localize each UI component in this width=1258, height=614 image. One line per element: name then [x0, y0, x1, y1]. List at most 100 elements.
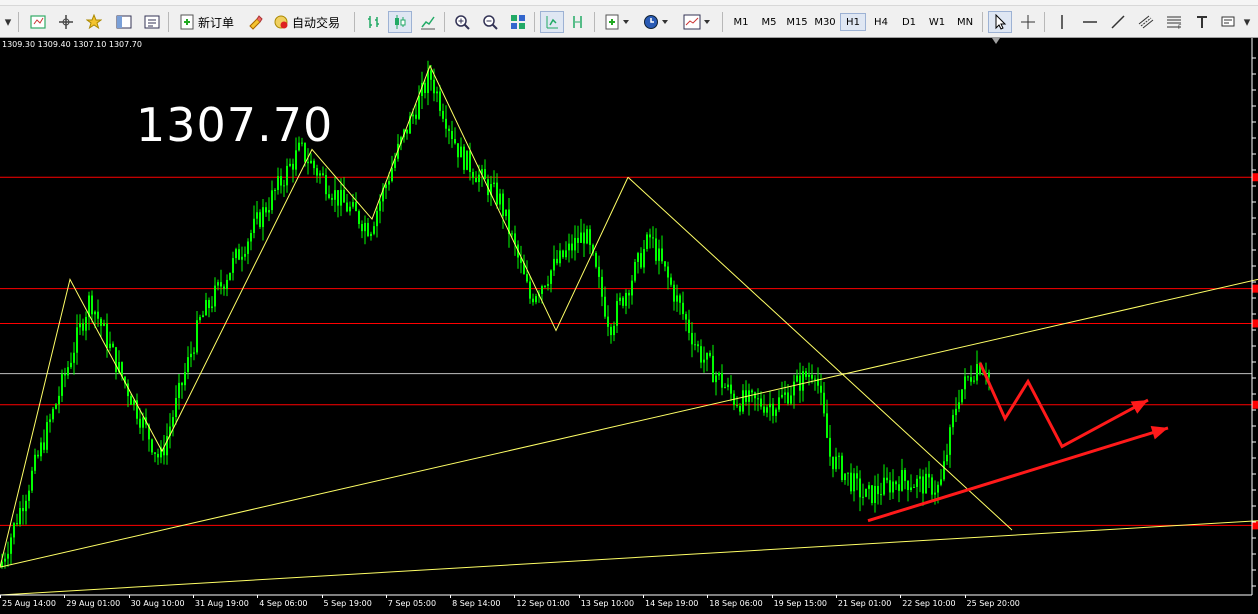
candle-body [802, 371, 804, 391]
candle-body [103, 323, 105, 326]
candle-body [682, 302, 684, 315]
timeframe-h1-button[interactable]: H1 [840, 13, 866, 31]
trendline-0 [0, 278, 1258, 568]
candle-body [436, 91, 438, 94]
line-chart-icon[interactable] [416, 11, 440, 33]
timeframe-d1-button[interactable]: D1 [896, 13, 922, 31]
auto-scroll-icon[interactable] [540, 11, 564, 33]
cursor-tool-icon[interactable] [988, 11, 1012, 33]
new-order-button[interactable]: 新订单 [176, 11, 237, 33]
label-tool-icon[interactable] [1216, 11, 1240, 33]
candle-body [223, 286, 225, 289]
candle-body [208, 300, 210, 309]
candle-body [106, 323, 108, 349]
candle-body [457, 143, 459, 158]
candle-body [238, 249, 240, 260]
crosshair-tool-icon[interactable] [1016, 11, 1040, 33]
candle-body [370, 233, 372, 236]
candle-body [718, 372, 720, 376]
candlestick-chart-icon[interactable] [388, 11, 412, 33]
timeframe-w1-button[interactable]: W1 [924, 13, 950, 31]
time-axis-label: 22 Sep 10:00 [902, 599, 956, 608]
candle-body [703, 359, 705, 363]
timeframe-m5-button[interactable]: M5 [756, 13, 782, 31]
candle-body [751, 390, 753, 393]
auto-trading-button[interactable]: 自动交易 [270, 11, 343, 33]
candle-body [466, 150, 468, 170]
candle-body [292, 163, 294, 170]
new-chart-icon[interactable] [26, 11, 50, 33]
candle-body [916, 478, 918, 487]
candle-body [901, 469, 903, 491]
candle-body [412, 114, 414, 117]
time-axis-label: 8 Sep 14:00 [452, 599, 501, 608]
timeframe-m1-button[interactable]: M1 [728, 13, 754, 31]
candle-body [667, 266, 669, 278]
candle-body [4, 558, 6, 562]
candle-body [868, 485, 870, 489]
time-axis: 25 Aug 14:00 29 Aug 01:00 30 Aug 10:00 31 A… [0, 595, 1258, 614]
time-axis-tick [643, 595, 644, 598]
timeframe-m15-button[interactable]: M15 [784, 13, 810, 31]
periods-dropdown-icon[interactable] [640, 11, 674, 33]
timeframe-m30-button[interactable]: M30 [812, 13, 838, 31]
time-axis-label: 25 Sep 20:00 [966, 599, 1020, 608]
horizontal-line-tool-icon[interactable] [1078, 11, 1102, 33]
arrows-dropdown-icon[interactable]: ▾ [1240, 11, 1254, 33]
toolbar-separator [444, 12, 445, 32]
candle-body [886, 477, 888, 481]
bar-chart-icon[interactable] [362, 11, 386, 33]
timeframe-h4-button[interactable]: H4 [868, 13, 894, 31]
candle-body [880, 494, 882, 496]
chart-shift-icon[interactable] [566, 11, 590, 33]
candle-body [544, 285, 546, 287]
candle-body [772, 403, 774, 416]
candle-body [988, 372, 990, 378]
candle-body [904, 469, 906, 481]
candle-body [307, 161, 309, 164]
candle-body [622, 297, 624, 306]
candle-body [445, 118, 447, 129]
candle-body [727, 384, 729, 388]
candle-body [253, 218, 255, 233]
candle-body [865, 488, 867, 497]
candle-body [91, 295, 93, 315]
zoom-in-icon[interactable] [450, 11, 474, 33]
candle-body [685, 314, 687, 320]
text-tool-icon[interactable] [1190, 11, 1214, 33]
candle-body [280, 176, 282, 186]
candle-body [364, 222, 366, 232]
forecast-arrowhead-1 [1150, 425, 1168, 440]
candle-body [589, 229, 591, 245]
candle-body [580, 232, 582, 243]
candle-body [706, 352, 708, 360]
equidistant-channel-tool-icon[interactable] [1134, 11, 1158, 33]
indicators-dropdown-icon[interactable] [602, 11, 634, 33]
candle-body [211, 306, 213, 309]
toolbar-separator [534, 12, 535, 32]
trendline-tool-icon[interactable] [1106, 11, 1130, 33]
tile-windows-icon[interactable] [506, 11, 530, 33]
level-price-tag-4 [1252, 521, 1258, 530]
timeframe-mn-button[interactable]: MN [952, 13, 978, 31]
candle-body [601, 276, 603, 297]
favorites-icon[interactable] [82, 11, 106, 33]
vertical-line-tool-icon[interactable] [1050, 11, 1074, 33]
zoom-out-icon[interactable] [478, 11, 502, 33]
toolbar-separator [722, 12, 723, 32]
toolbar-dropdown-icon[interactable]: ▾ [2, 11, 14, 33]
candle-body [76, 327, 78, 353]
crosshair-move-icon[interactable] [54, 11, 78, 33]
chart-area[interactable]: 1309.30 1309.40 1307.10 1307.70 1307.70 [0, 38, 1258, 614]
templates-dropdown-icon[interactable] [680, 11, 716, 33]
navigator-icon[interactable] [112, 11, 136, 33]
candle-body [643, 248, 645, 268]
candle-body [811, 374, 813, 379]
candle-body [463, 146, 465, 170]
time-axis-tick [321, 595, 323, 598]
candle-body [814, 378, 816, 380]
terminal-icon[interactable] [140, 11, 164, 33]
toolbar-row: ▾ 新订单 自动交易 F ▾ M1 M5 M15 M30 H1 H4 D1 W1… [0, 8, 1258, 36]
metaeditor-icon[interactable] [244, 11, 268, 33]
fibonacci-tool-icon[interactable]: F [1162, 11, 1186, 33]
